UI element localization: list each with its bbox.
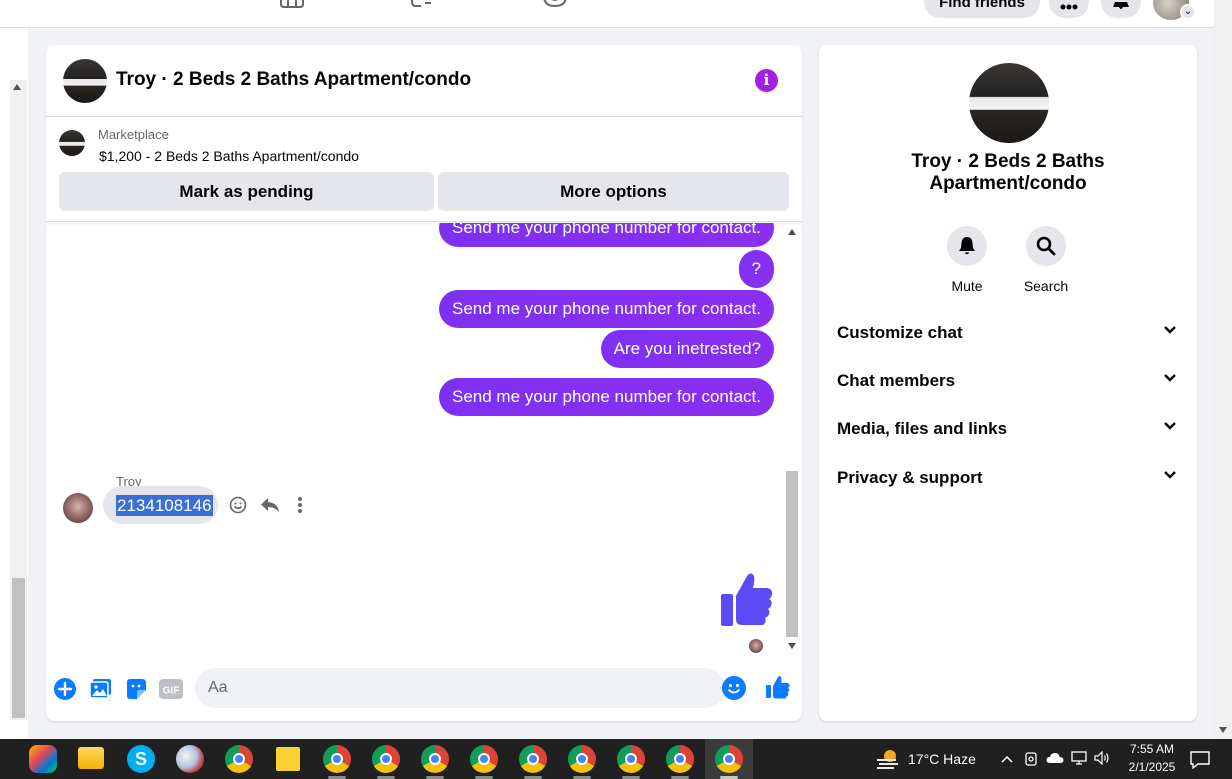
message-scrollbar-thumb[interactable] [786, 471, 798, 637]
emoji-icon[interactable] [722, 676, 746, 700]
message-composer: GIF [46, 665, 802, 721]
conversation-title[interactable]: Troy · 2 Beds 2 Baths Apartment/condo [116, 69, 471, 91]
section-label: Chat members [837, 371, 956, 390]
notifications-button[interactable] [1101, 0, 1141, 18]
find-friends-button[interactable]: Find friends [924, 0, 1040, 18]
reply-icon[interactable] [260, 495, 280, 515]
bell-icon[interactable] [947, 226, 987, 266]
incoming-message[interactable]: 2134108146 [103, 486, 218, 524]
chrome-profile-icon[interactable] [519, 745, 547, 773]
marketplace-nav-icon[interactable] [278, 0, 306, 10]
section-privacy-support[interactable]: Privacy & support [819, 458, 1197, 498]
chat-panel: Troy · 2 Beds 2 Baths Apartment/condo i … [46, 45, 802, 721]
skype-icon[interactable]: S [127, 745, 155, 773]
conversation-info-panel: Troy · 2 Beds 2 Baths Apartment/condo Mu… [819, 45, 1197, 721]
windows-taskbar: S 17°C Haze 7:55 AM 2/1/2025 [0, 739, 1232, 779]
section-label: Media, files and links [837, 419, 1008, 438]
chrome-icon[interactable] [225, 745, 253, 773]
chrome-profile-icon[interactable] [372, 745, 400, 773]
react-icon[interactable] [228, 495, 248, 515]
weather-haze-icon[interactable] [876, 748, 900, 770]
chevron-down-icon [1164, 422, 1176, 430]
marketplace-listing-bar: Marketplace $1,200 - 2 Beds 2 Baths Apar… [46, 118, 802, 222]
outgoing-message[interactable]: Send me your phone number for contact. [438, 223, 774, 247]
outgoing-message[interactable]: Are you inetrested? [600, 330, 774, 368]
more-actions-icon[interactable] [290, 495, 310, 515]
chevron-up-icon[interactable] [999, 751, 1015, 767]
meet-now-icon[interactable] [1023, 751, 1039, 767]
message-input[interactable] [195, 668, 725, 708]
sender-avatar[interactable] [63, 493, 93, 523]
marketplace-label: Marketplace [98, 127, 169, 142]
conversation-avatar[interactable] [63, 59, 107, 103]
search-icon[interactable] [1026, 226, 1066, 266]
mark-as-pending-button[interactable]: Mark as pending [59, 172, 434, 211]
section-media-files-links[interactable]: Media, files and links [819, 409, 1197, 449]
paint-icon[interactable] [176, 745, 204, 773]
gaming-nav-icon[interactable] [541, 0, 569, 10]
seen-receipt-avatar [749, 639, 763, 653]
chevron-down-icon[interactable]: ⌄ [1180, 4, 1196, 20]
search-label: Search [1023, 278, 1069, 294]
section-label: Privacy & support [837, 468, 983, 487]
listing-thumbnail[interactable] [59, 130, 85, 156]
mute-label: Mute [951, 278, 983, 294]
volume-icon[interactable] [1094, 750, 1110, 767]
outgoing-message[interactable]: Send me your phone number for contact. [438, 290, 774, 328]
chevron-down-icon [1164, 374, 1176, 382]
chrome-profile-icon[interactable] [666, 745, 694, 773]
section-customize-chat[interactable]: Customize chat [819, 313, 1197, 353]
clock-date[interactable]: 2/1/2025 [1122, 760, 1182, 774]
groups-nav-icon[interactable] [408, 0, 436, 10]
scroll-down-arrow-icon[interactable] [788, 643, 796, 649]
scroll-down-arrow-icon[interactable] [1219, 727, 1227, 733]
scroll-up-arrow-icon[interactable] [13, 84, 21, 90]
chrome-profile-icon[interactable] [617, 745, 645, 773]
sticker-icon[interactable] [124, 677, 148, 701]
file-explorer-icon[interactable] [78, 747, 104, 769]
gif-icon[interactable]: GIF [158, 677, 184, 701]
chat-header: Troy · 2 Beds 2 Baths Apartment/condo i [46, 45, 802, 117]
network-icon[interactable] [1071, 751, 1087, 767]
grid-menu-icon [1060, 4, 1078, 10]
section-label: Customize chat [837, 323, 963, 342]
sticky-notes-icon[interactable] [276, 747, 300, 771]
window-scrollbar[interactable] [1214, 0, 1232, 739]
incoming-message-text[interactable]: 2134108146 [116, 495, 213, 516]
copilot-icon[interactable] [29, 745, 57, 773]
plus-icon[interactable] [53, 677, 77, 701]
chrome-profile-icon-active[interactable] [715, 745, 743, 773]
conversation-name[interactable]: Troy · 2 Beds 2 Baths Apartment/condo [819, 151, 1197, 195]
more-options-button[interactable]: More options [438, 172, 789, 211]
photo-icon[interactable] [89, 677, 113, 701]
section-chat-members[interactable]: Chat members [819, 361, 1197, 401]
chevron-down-icon [1164, 326, 1176, 334]
message-scrollbar[interactable] [784, 223, 800, 655]
large-like-icon[interactable] [720, 572, 774, 628]
chrome-profile-icon[interactable] [568, 745, 596, 773]
scroll-up-arrow-icon[interactable] [788, 229, 796, 235]
clock-time[interactable]: 7:55 AM [1122, 742, 1182, 756]
chrome-profile-icon[interactable] [470, 745, 498, 773]
bell-icon [1113, 2, 1129, 9]
chevron-down-icon [1164, 471, 1176, 479]
chrome-profile-icon[interactable] [323, 745, 351, 773]
top-navigation-bar: Find friends ⌄ [0, 0, 1214, 28]
onedrive-cloud-icon[interactable] [1046, 751, 1064, 767]
chrome-profile-icon[interactable] [421, 745, 449, 773]
outgoing-message[interactable]: ? [738, 250, 774, 288]
notification-center-icon[interactable] [1190, 751, 1210, 770]
info-icon[interactable]: i [755, 69, 778, 92]
outgoing-message[interactable]: Send me your phone number for contact. [438, 378, 774, 416]
svg-text:GIF: GIF [163, 686, 180, 697]
conversation-avatar-large[interactable] [969, 63, 1049, 143]
like-icon[interactable] [766, 675, 790, 699]
page-scrollbar-thumb[interactable] [12, 578, 25, 718]
weather-text[interactable]: 17°C Haze [908, 751, 976, 767]
search-button[interactable]: Search [1006, 226, 1086, 294]
message-list: Send me your phone number for contact. ?… [46, 223, 802, 655]
mute-button[interactable]: Mute [927, 226, 1007, 294]
listing-price-title[interactable]: $1,200 - 2 Beds 2 Baths Apartment/condo [99, 148, 359, 164]
menu-button[interactable] [1049, 0, 1089, 18]
